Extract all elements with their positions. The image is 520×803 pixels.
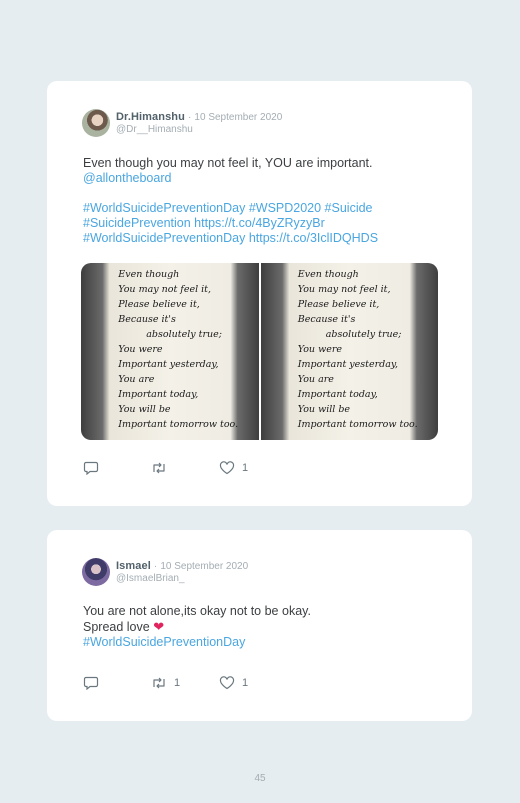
note-line: Important tomorrow too. xyxy=(297,419,418,430)
heart-icon xyxy=(219,461,235,475)
note-line: Even though xyxy=(297,269,359,280)
separator-dot: · xyxy=(153,561,158,572)
heart-icon xyxy=(219,676,235,690)
reply-button[interactable] xyxy=(83,461,151,475)
note-line: Because it's xyxy=(297,314,356,325)
reply-icon xyxy=(83,676,99,690)
retweet-icon xyxy=(153,677,165,689)
tweet-header: Dr.Himanshu · 10 September 2020 @Dr__Him… xyxy=(116,111,282,136)
like-count: 1 xyxy=(242,677,249,689)
author-name[interactable]: Ismael xyxy=(116,560,151,572)
note-line: Important today, xyxy=(297,389,378,400)
note-line: Because it's xyxy=(118,314,176,325)
tweet-line-text: Spread love xyxy=(83,620,150,634)
tweet-line: Spread love ❤ xyxy=(83,619,453,635)
note-line: Important tomorrow too. xyxy=(118,419,239,430)
note-line: You are xyxy=(118,374,155,385)
handwritten-note: Even though You may not feel it, Please … xyxy=(297,263,418,440)
note-line: absolutely true; xyxy=(325,329,402,340)
author-name[interactable]: Dr.Himanshu xyxy=(116,111,185,123)
note-line: You were xyxy=(118,344,163,355)
avatar[interactable] xyxy=(82,558,110,586)
note-line: You were xyxy=(297,344,342,355)
mention-link[interactable]: @allontheboard xyxy=(83,171,453,186)
tweet-date[interactable]: 10 September 2020 xyxy=(160,561,248,572)
author-handle[interactable]: @Dr__Himanshu xyxy=(116,124,282,136)
avatar[interactable] xyxy=(82,109,110,137)
hashtag-link[interactable]: #WorldSuicidePreventionDay xyxy=(83,635,453,650)
note-line: You may not feel it, xyxy=(297,284,391,295)
tweet-actions: 1 1 xyxy=(83,676,248,690)
tweet-text: Even though you may not feel it, YOU are… xyxy=(83,156,453,246)
reply-icon xyxy=(83,461,99,475)
tweet-text: You are not alone,its okay not to be oka… xyxy=(83,604,453,650)
note-line: Important yesterday, xyxy=(118,359,219,370)
retweet-count: 1 xyxy=(174,677,181,689)
note-line: absolutely true; xyxy=(146,329,222,340)
red-heart-emoji: ❤ xyxy=(153,619,165,634)
note-line: You will be xyxy=(118,404,171,415)
retweet-button[interactable] xyxy=(151,461,219,475)
note-line: You may not feel it, xyxy=(118,284,211,295)
like-button[interactable]: 1 xyxy=(219,461,248,475)
page-number: 45 xyxy=(254,773,266,784)
tweet-header: Ismael · 10 September 2020 @IsmaelBrian_ xyxy=(116,560,248,585)
hashtag-link[interactable]: #SuicidePrevention https://t.co/4ByZRyzy… xyxy=(83,216,453,231)
tweet-card: Dr.Himanshu · 10 September 2020 @Dr__Him… xyxy=(47,81,472,506)
tweet-media[interactable]: Even though You may not feel it, Please … xyxy=(81,263,438,440)
tweet-photo[interactable]: Even though You may not feel it, Please … xyxy=(260,263,438,440)
reply-button[interactable] xyxy=(83,676,151,690)
note-line: Please believe it, xyxy=(118,299,200,310)
tweet-card: Ismael · 10 September 2020 @IsmaelBrian_… xyxy=(47,530,472,721)
hashtag-link[interactable]: #WorldSuicidePreventionDay #WSPD2020 #Su… xyxy=(83,201,453,216)
handwritten-note: Even though You may not feel it, Please … xyxy=(118,263,239,440)
author-handle[interactable]: @IsmaelBrian_ xyxy=(116,573,248,585)
tweet-line: Even though you may not feel it, YOU are… xyxy=(83,156,373,170)
note-line: Important yesterday, xyxy=(297,359,399,370)
note-line: Even though xyxy=(118,269,180,280)
tweet-actions: 1 xyxy=(83,461,248,475)
tweet-date[interactable]: 10 September 2020 xyxy=(194,112,282,123)
tweet-photo[interactable]: Even though You may not feel it, Please … xyxy=(81,263,259,440)
note-line: You are xyxy=(297,374,334,385)
tweet-line: You are not alone,its okay not to be oka… xyxy=(83,604,311,618)
retweet-button[interactable]: 1 xyxy=(151,676,219,690)
retweet-icon xyxy=(153,462,165,474)
note-line: Please believe it, xyxy=(297,299,380,310)
note-line: You will be xyxy=(297,404,351,415)
hashtag-link[interactable]: #WorldSuicidePreventionDay https://t.co/… xyxy=(83,231,453,246)
like-button[interactable]: 1 xyxy=(219,676,248,690)
note-line: Important today, xyxy=(118,389,199,400)
separator-dot: · xyxy=(188,112,192,123)
like-count: 1 xyxy=(242,462,249,474)
